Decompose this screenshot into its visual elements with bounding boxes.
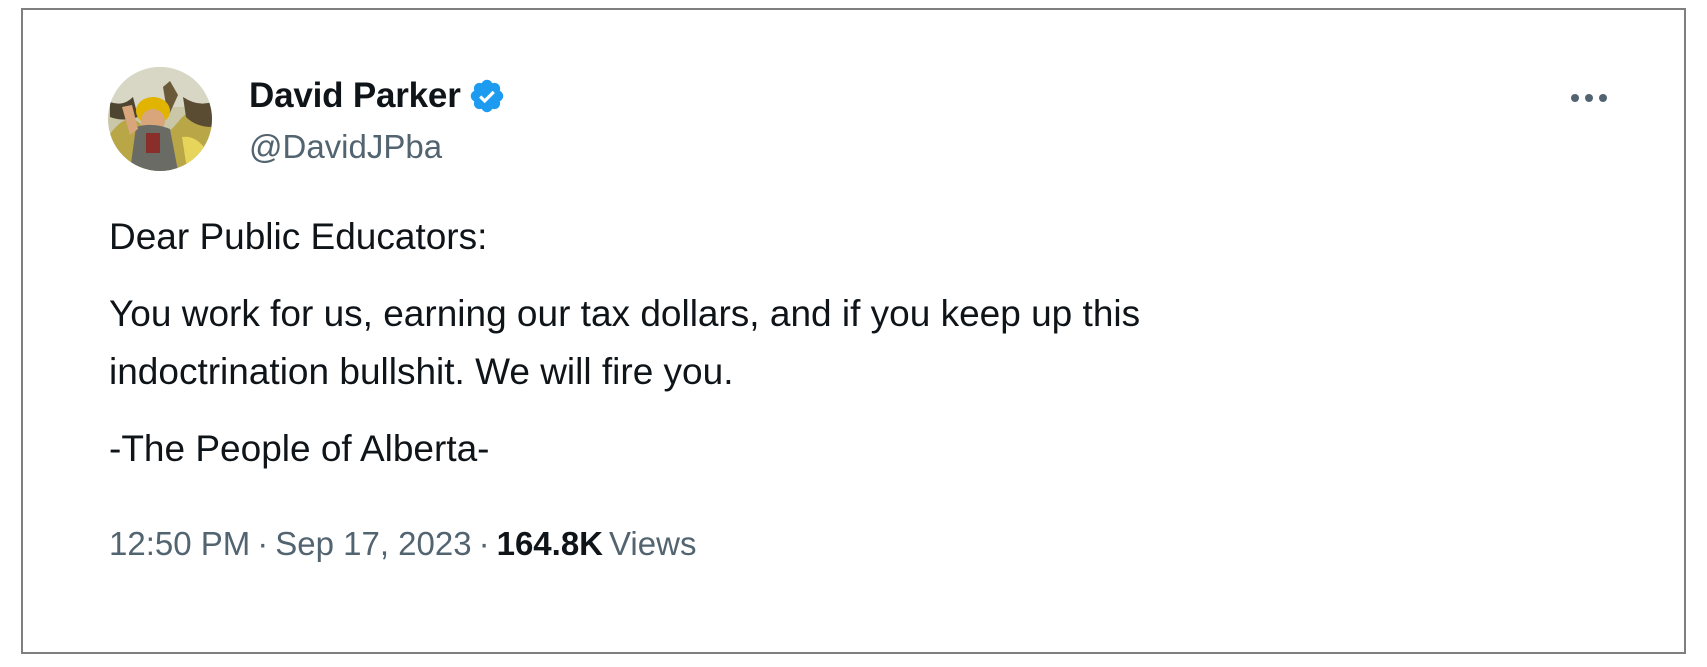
tweet-line-2: indoctrination bullshit. We will fire yo… — [109, 351, 734, 392]
author-name-row: David Parker — [249, 74, 506, 118]
more-options-button[interactable] — [1566, 82, 1612, 114]
tweet-paragraph: You work for us, earning our tax dollars… — [109, 285, 1509, 401]
avatar[interactable] — [108, 67, 212, 171]
meta-separator: · — [478, 525, 490, 562]
tweet-date[interactable]: Sep 17, 2023 — [275, 525, 471, 563]
tweet-card: David Parker @DavidJPba Dear Public Educ… — [21, 8, 1686, 654]
more-horizontal-icon — [1571, 94, 1607, 102]
avatar-image — [108, 67, 212, 171]
meta-separator: · — [257, 525, 269, 562]
author-handle[interactable]: @DavidJPba — [249, 128, 442, 166]
tweet-line-1: You work for us, earning our tax dollars… — [109, 293, 1141, 334]
tweet-time[interactable]: 12:50 PM — [109, 525, 250, 563]
tweet-signature: -The People of Alberta- — [109, 428, 490, 469]
author-display-name[interactable]: David Parker — [249, 76, 461, 116]
verified-badge-icon — [468, 77, 506, 115]
views-label: Views — [609, 525, 697, 562]
tweet-text: Dear Public Educators: You work for us, … — [109, 208, 1509, 497]
tweet-greeting: Dear Public Educators: — [109, 216, 488, 257]
tweet-meta: 12:50 PM · Sep 17, 2023 · 164.8K Views — [109, 525, 696, 563]
views-count[interactable]: 164.8K — [497, 525, 603, 563]
